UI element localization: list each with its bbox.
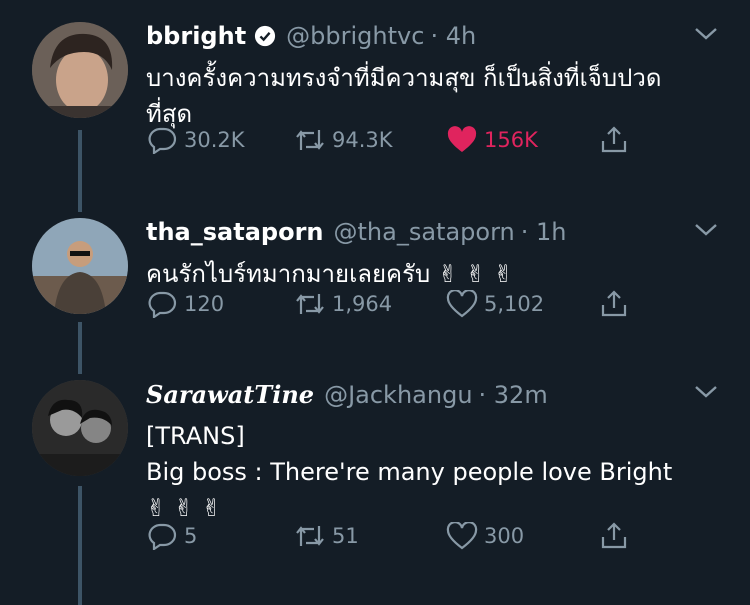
like-button[interactable]: 156K: [446, 126, 538, 154]
like-count: 5,102: [484, 292, 545, 316]
handle[interactable]: @Jackhangu: [324, 381, 472, 409]
share-icon: [601, 290, 627, 317]
retweet-count: 51: [332, 524, 359, 548]
avatar[interactable]: [32, 218, 128, 314]
verified-badge-icon: [254, 25, 276, 47]
tweet[interactable]: bbright @bbrightvc · 4h บางครั้งความทรงจ…: [0, 22, 750, 192]
reply-count: 120: [184, 292, 225, 316]
reply-count: 30.2K: [184, 128, 245, 152]
retweet-count: 1,964: [332, 292, 393, 316]
chevron-down-icon[interactable]: [692, 382, 720, 402]
like-count: 156K: [484, 128, 538, 152]
tweet[interactable]: tha_sataporn @tha_sataporn · 1h คนรักไบร…: [0, 218, 750, 368]
share-button[interactable]: [598, 126, 636, 154]
reply-icon: [148, 291, 177, 318]
timestamp[interactable]: · 1h: [521, 218, 567, 246]
reply-icon: [148, 523, 177, 550]
tweet-text-line: ✌ ✌ ✌: [146, 494, 222, 522]
reply-button[interactable]: 30.2K: [146, 126, 245, 154]
like-button[interactable]: 300: [446, 522, 524, 550]
share-icon: [601, 522, 627, 549]
avatar[interactable]: [32, 22, 128, 118]
tweet-text-line: คนรักไบร์ทมากมายเลยครับ ✌ ✌ ✌: [146, 260, 514, 288]
chevron-down-icon[interactable]: [692, 220, 720, 240]
like-button[interactable]: 5,102: [446, 290, 544, 318]
avatar[interactable]: [32, 380, 128, 476]
retweet-button[interactable]: 51: [294, 522, 359, 550]
share-icon: [601, 126, 627, 153]
tweet-text-line: [TRANS]: [146, 422, 245, 450]
handle[interactable]: @bbrightvc: [286, 22, 424, 50]
handle[interactable]: @tha_sataporn: [334, 218, 515, 246]
retweet-icon: [296, 526, 324, 546]
retweet-icon: [296, 294, 324, 314]
retweet-icon: [296, 130, 324, 150]
reply-button[interactable]: 5: [146, 522, 197, 550]
display-name[interactable]: SarawatTine: [146, 380, 314, 409]
tweet-text-line: บางครั้งความทรงจำที่มีความสุข ก็เป็นสิ่ง…: [146, 64, 662, 92]
tweet[interactable]: SarawatTine @Jackhangu · 32m [TRANS] Big…: [0, 380, 750, 600]
tweet-text-line: Big boss : There're many people love Bri…: [146, 458, 673, 486]
retweet-button[interactable]: 94.3K: [294, 126, 393, 154]
retweet-count: 94.3K: [332, 128, 393, 152]
like-icon: [446, 522, 478, 550]
retweet-button[interactable]: 1,964: [294, 290, 392, 318]
reply-button[interactable]: 120: [146, 290, 224, 318]
timestamp[interactable]: · 4h: [430, 22, 476, 50]
reply-icon: [148, 127, 177, 154]
display-name[interactable]: bbright: [146, 22, 246, 50]
like-icon: [447, 126, 477, 152]
chevron-down-icon[interactable]: [692, 24, 720, 44]
reply-count: 5: [184, 524, 198, 548]
display-name[interactable]: tha_sataporn: [146, 218, 324, 246]
share-button[interactable]: [598, 290, 636, 318]
like-icon: [446, 290, 478, 318]
timestamp[interactable]: · 32m: [479, 381, 548, 409]
like-count: 300: [484, 524, 525, 548]
share-button[interactable]: [598, 522, 636, 550]
